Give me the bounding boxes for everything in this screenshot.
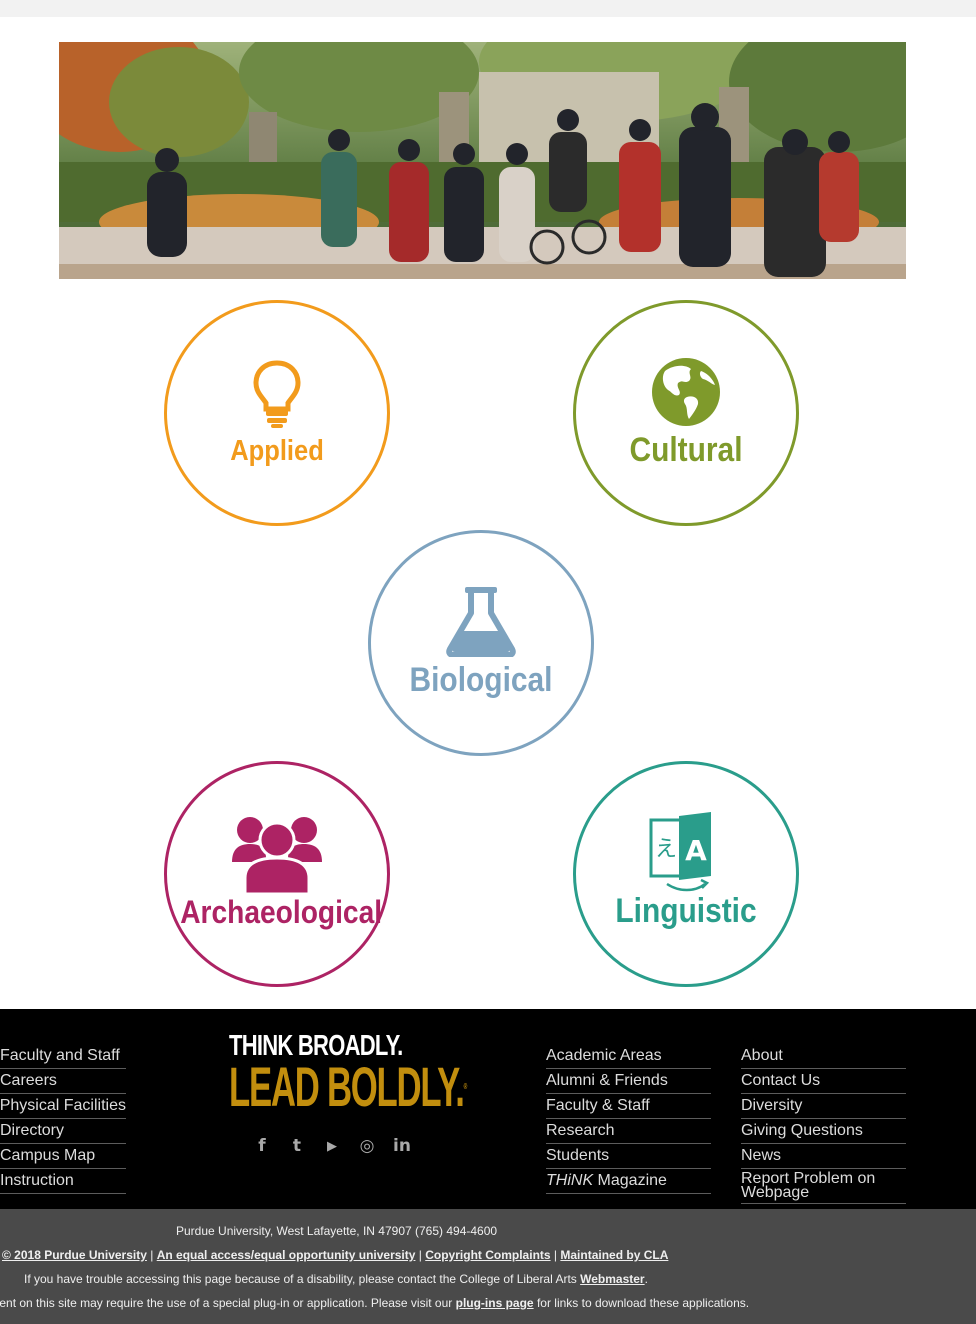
linkedin-icon[interactable]: in: [392, 1136, 412, 1156]
footer-link-academic-areas[interactable]: Academic Areas: [546, 1044, 711, 1069]
tagline-logo[interactable]: THINK BROADLY. LEAD BOLDLY.®: [229, 1031, 468, 1118]
linguistic-area-link[interactable]: え A Linguistic: [573, 761, 799, 987]
footer-link-about[interactable]: About: [741, 1044, 906, 1069]
footer-address: Purdue University, West Lafayette, IN 47…: [176, 1224, 498, 1238]
tagline-lead-boldly: LEAD BOLDLY.®: [229, 1055, 468, 1118]
maintained-by-link[interactable]: Maintained by CLA: [560, 1248, 668, 1262]
archaeological-label: Archaeological: [180, 894, 383, 930]
biological-area-link[interactable]: Biological: [368, 530, 594, 756]
footer-link-physical-facilities[interactable]: Physical Facilities: [0, 1094, 126, 1119]
footer-link-campus-map[interactable]: Campus Map: [0, 1144, 126, 1169]
footer-left-links: Faculty and Staff Careers Physical Facil…: [0, 1044, 126, 1194]
footer-link-alumni-friends[interactable]: Alumni & Friends: [546, 1069, 711, 1094]
footer-link-contact-us[interactable]: Contact Us: [741, 1069, 906, 1094]
footer-disability-note: If you have trouble accessing this page …: [24, 1272, 648, 1286]
copyright-complaints-link[interactable]: Copyright Complaints: [425, 1248, 550, 1262]
footer-legal-links: © 2018 Purdue University | An equal acce…: [2, 1248, 669, 1262]
footer-right-links: About Contact Us Diversity Giving Questi…: [741, 1044, 906, 1204]
footer-link-directory[interactable]: Directory: [0, 1119, 126, 1144]
top-bar: [0, 0, 976, 17]
translate-icon: え A: [649, 812, 711, 892]
equal-access-link[interactable]: An equal access/equal opportunity univer…: [157, 1248, 416, 1262]
group-icon: [232, 817, 322, 894]
plugins-page-link[interactable]: plug-ins page: [456, 1296, 534, 1310]
applied-area-link[interactable]: Applied: [164, 300, 390, 526]
hero-banner-image: [59, 42, 906, 279]
youtube-icon[interactable]: ▶: [322, 1136, 342, 1156]
biological-label: Biological: [409, 661, 553, 699]
footer-link-careers[interactable]: Careers: [0, 1069, 126, 1094]
footer-link-instruction[interactable]: Instruction: [0, 1169, 126, 1194]
svg-text:A: A: [685, 834, 707, 867]
footer-link-think-magazine[interactable]: THiNK Magazine: [546, 1169, 711, 1194]
linguistic-label: Linguistic: [615, 892, 757, 930]
copyright-link[interactable]: © 2018 Purdue University: [2, 1248, 147, 1262]
footer-plugin-note: Some content on this site may require th…: [0, 1296, 750, 1310]
footer-link-faculty-staff[interactable]: Faculty and Staff: [0, 1044, 126, 1069]
flask-icon: [446, 587, 516, 657]
footer-link-faculty-staff-2[interactable]: Faculty & Staff: [546, 1094, 711, 1119]
footer-legal: Purdue University, West Lafayette, IN 47…: [0, 1209, 976, 1324]
instagram-icon[interactable]: ◎: [357, 1136, 377, 1156]
facebook-icon[interactable]: f: [252, 1136, 272, 1156]
webmaster-link[interactable]: Webmaster: [580, 1272, 644, 1286]
footer-link-research[interactable]: Research: [546, 1119, 711, 1144]
footer-link-report-problem[interactable]: Report Problem on Webpage: [741, 1169, 906, 1204]
footer-link-students[interactable]: Students: [546, 1144, 711, 1169]
footer-link-giving-questions[interactable]: Giving Questions: [741, 1119, 906, 1144]
social-links: f t ▶ ◎ in: [252, 1136, 412, 1156]
twitter-icon[interactable]: t: [287, 1136, 307, 1156]
archaeological-area-link[interactable]: Archaeological: [164, 761, 390, 987]
lightbulb-icon: [253, 360, 301, 428]
globe-icon: [652, 358, 720, 426]
footer-link-news[interactable]: News: [741, 1144, 906, 1169]
svg-text:え: え: [655, 837, 677, 862]
cultural-area-link[interactable]: Cultural: [573, 300, 799, 526]
footer-links: Faculty and Staff Careers Physical Facil…: [0, 1009, 976, 1209]
footer-link-diversity[interactable]: Diversity: [741, 1094, 906, 1119]
applied-label: Applied: [230, 435, 324, 467]
cultural-label: Cultural: [629, 431, 743, 469]
footer-mid-links: Academic Areas Alumni & Friends Faculty …: [546, 1044, 711, 1194]
